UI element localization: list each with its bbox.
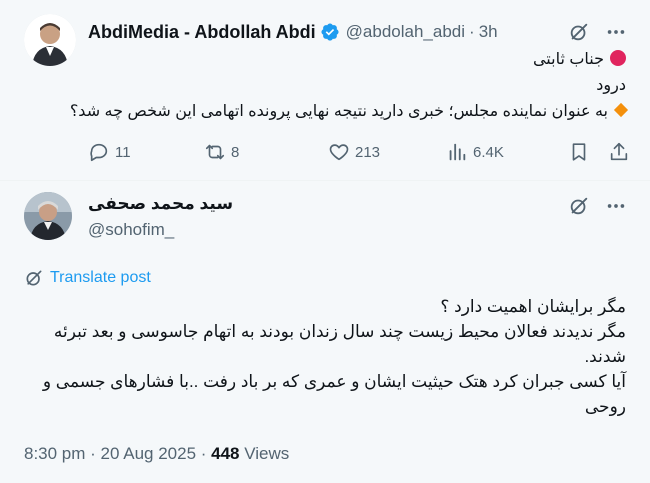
avatar-image [24, 14, 76, 66]
text-line: آیا کسی جبران کرد هتک حیثیت ایشان و عمری… [42, 372, 626, 416]
display-name[interactable]: سید محمد صحفی [88, 194, 233, 214]
separator: · [469, 22, 475, 41]
bookmark-icon [572, 143, 586, 161]
like-count: 213 [355, 143, 381, 161]
avatar[interactable] [24, 14, 76, 66]
bookmark-button[interactable] [568, 140, 590, 164]
text-line: درود [596, 77, 626, 94]
retweet-button[interactable]: 8 [204, 140, 239, 164]
grok-icon[interactable] [568, 21, 590, 43]
parent-tweet[interactable]: AbdiMedia - Abdollah Abdi @abdolah_abdi … [0, 0, 650, 180]
grok-icon[interactable] [568, 195, 590, 217]
timestamp[interactable]: 3h [479, 22, 498, 42]
views-count: 448 [211, 444, 240, 463]
text-line: جناب ثابتی [88, 47, 626, 73]
share-button[interactable] [608, 140, 630, 164]
translate-post-link[interactable]: Translate post [24, 268, 151, 288]
tweet-header: AbdiMedia - Abdollah Abdi @abdolah_abdi … [88, 19, 498, 45]
handle[interactable]: @abdolah_abdi [346, 22, 465, 42]
post-timestamp[interactable]: 8:30 pm · 20 Aug 2025 · [24, 444, 211, 463]
more-icon[interactable] [605, 195, 627, 217]
retweet-count: 8 [231, 143, 240, 161]
translate-label: Translate post [50, 269, 151, 286]
views-count: 6.4K [473, 143, 504, 161]
divider [0, 180, 650, 181]
orange-diamond-emoji-icon [613, 102, 629, 118]
reply-count: 11 [115, 143, 131, 161]
avatar-image [24, 192, 72, 240]
display-name[interactable]: AbdiMedia - Abdollah Abdi [88, 22, 316, 43]
avatar[interactable] [24, 192, 72, 240]
heart-icon [329, 144, 349, 161]
views-button[interactable]: 6.4K [446, 140, 504, 164]
views-icon [449, 143, 466, 161]
reply-button[interactable]: 11 [88, 140, 131, 164]
tweet-meta: 8:30 pm · 20 Aug 2025 · 448 Views [24, 444, 289, 464]
translate-icon [26, 270, 42, 286]
like-button[interactable]: 213 [328, 140, 380, 164]
share-icon [610, 142, 628, 161]
action-bar: 11 8 213 6.4K [88, 140, 636, 164]
handle[interactable]: @sohofim_ [88, 220, 174, 240]
red-circle-emoji-icon [610, 50, 626, 66]
text-line: مگر برایشان اهمیت دارد ؟ [440, 297, 626, 316]
retweet-icon [205, 144, 225, 160]
more-icon[interactable] [605, 21, 627, 43]
verified-badge-icon [320, 22, 340, 42]
text-line: مگر ندیدند فعالان محیط زیست چند سال زندا… [53, 322, 626, 366]
text-line: به عنوان نماینده مجلس؛ خبری دارید نتیجه … [70, 99, 629, 125]
tweet-text: جناب ثابتی درود به عنوان نماینده مجلس؛ خ… [70, 47, 629, 125]
views-label: Views [239, 444, 290, 463]
reply-icon [90, 143, 108, 162]
tweet-text: مگر برایشان اهمیت دارد ؟ مگر ندیدند فعال… [24, 294, 626, 419]
